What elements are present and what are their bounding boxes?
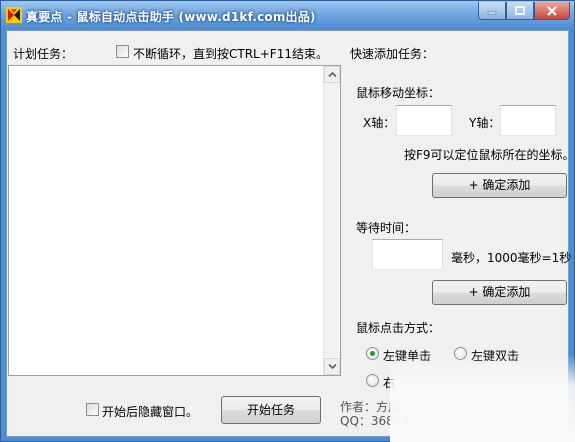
maximize-icon	[515, 5, 525, 15]
close-icon	[547, 5, 557, 16]
scroll-up-button[interactable]	[324, 66, 340, 83]
task-list[interactable]	[8, 65, 341, 376]
watermark-overlay	[390, 355, 575, 442]
mouse-coords-label: 鼠标移动坐标：	[356, 86, 441, 100]
minimize-icon	[487, 11, 497, 14]
window-title: 真要点 - 鼠标自动点击助手 (www.d1kf.com出品)	[26, 10, 316, 24]
click-mode-label: 鼠标点击方式：	[356, 321, 441, 335]
wait-time-label: 等待时间：	[356, 221, 417, 235]
tasks-label: 计划任务：	[13, 47, 74, 61]
y-coordinate-input[interactable]	[500, 105, 556, 136]
scroll-down-button[interactable]	[324, 358, 340, 375]
add-wait-button[interactable]: + 确定添加	[432, 280, 567, 305]
app-logo-icon	[6, 7, 22, 23]
close-button[interactable]	[534, 2, 570, 20]
hide-window-checkbox[interactable]	[86, 403, 99, 416]
loop-checkbox-label[interactable]: 不断循环，直到按CTRL+F11结束。	[133, 45, 328, 62]
chevron-down-icon	[328, 363, 337, 370]
add-coords-button[interactable]: + 确定添加	[432, 173, 567, 198]
x-axis-label: X轴：	[363, 116, 396, 130]
minimize-button[interactable]	[478, 2, 506, 20]
chevron-up-icon	[328, 71, 337, 78]
start-task-button[interactable]: 开始任务	[221, 396, 321, 424]
app-window: 真要点 - 鼠标自动点击助手 (www.d1kf.com出品) 计划任务： 不断…	[0, 0, 575, 442]
radio-right[interactable]	[366, 374, 379, 387]
x-coordinate-input[interactable]	[396, 105, 452, 136]
hide-window-checkbox-label[interactable]: 开始后隐藏窗口。	[102, 403, 198, 420]
title-bar[interactable]: 真要点 - 鼠标自动点击助手 (www.d1kf.com出品)	[1, 1, 574, 30]
loop-checkbox[interactable]	[116, 45, 129, 58]
wait-time-input[interactable]	[372, 239, 443, 270]
f9-hint-text: 按F9可以定位鼠标所在的坐标。	[404, 148, 575, 162]
task-list-scrollbar[interactable]	[323, 66, 340, 375]
maximize-button[interactable]	[506, 2, 534, 20]
quick-add-label: 快速添加任务：	[350, 47, 435, 61]
y-axis-label: Y轴：	[469, 116, 501, 130]
wait-time-unit: 毫秒，1000毫秒=1秒	[451, 251, 572, 265]
radio-left-single[interactable]	[366, 347, 379, 360]
